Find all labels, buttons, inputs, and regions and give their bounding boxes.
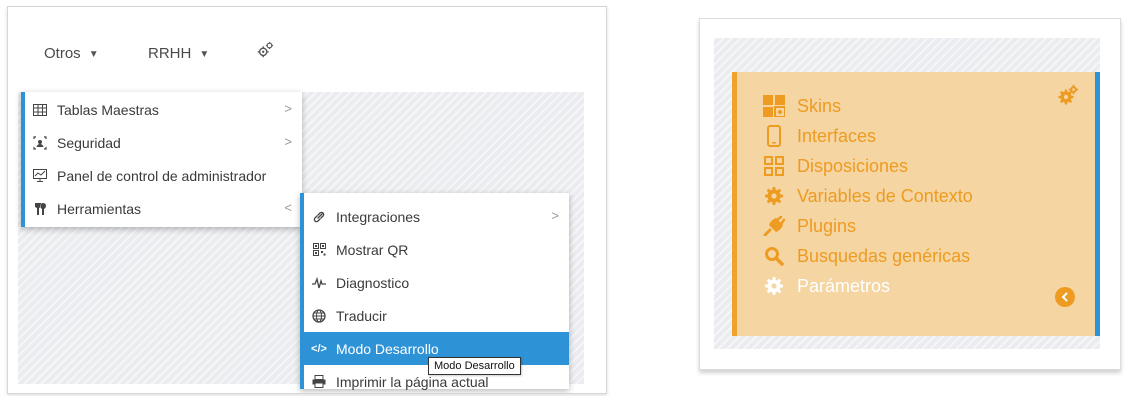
config-item-variables-contexto[interactable]: Variables de Contexto xyxy=(763,182,973,210)
cog-icon xyxy=(763,275,785,297)
config-item-plugins[interactable]: Plugins xyxy=(763,212,856,240)
config-item-label: Plugins xyxy=(797,215,857,236)
menu-item-integraciones[interactable]: Integraciones > xyxy=(304,200,569,233)
nav-otros-dropdown[interactable]: Otros ▼ xyxy=(44,45,99,62)
config-item-busquedas[interactable]: Busquedas genéricas xyxy=(763,242,970,270)
menu-item-label: Seguridad xyxy=(57,134,121,151)
config-item-parametros[interactable]: Parámetros xyxy=(763,272,890,300)
globe-icon xyxy=(312,308,326,323)
config-item-interfaces[interactable]: Interfaces xyxy=(763,122,876,150)
config-item-skins[interactable]: Skins xyxy=(763,92,841,120)
config-item-label: Skins xyxy=(797,95,842,116)
qr-icon xyxy=(312,243,326,257)
nav-otros-label: Otros xyxy=(44,45,81,62)
caret-down-icon: ▼ xyxy=(199,49,210,60)
menu-item-label: Traducir xyxy=(336,307,387,324)
chevron-right-icon: > xyxy=(284,101,292,116)
chevron-left-icon: < xyxy=(284,200,292,215)
collapse-button[interactable] xyxy=(1055,287,1075,307)
config-item-label: Busquedas genéricas xyxy=(797,245,971,266)
tooltip: Modo Desarrollo xyxy=(428,357,521,375)
menu-item-panel-control[interactable]: Panel de control de administrador xyxy=(25,159,302,192)
security-icon xyxy=(33,135,47,150)
chevron-left-icon xyxy=(1061,292,1068,302)
config-item-label: Disposiciones xyxy=(797,155,909,176)
menu-item-label: Integraciones xyxy=(336,208,421,225)
menu-item-label: Imprimir la página actual xyxy=(336,373,489,390)
menu-item-label: Herramientas xyxy=(57,200,142,217)
print-icon xyxy=(312,375,326,389)
menu-item-tablas-maestras[interactable]: Tablas Maestras > xyxy=(25,93,302,126)
menu-item-traducir[interactable]: Traducir xyxy=(304,299,569,332)
menu-item-label: Panel de control de administrador xyxy=(57,167,267,184)
code-icon: </> xyxy=(311,342,327,355)
chevron-right-icon: > xyxy=(551,208,559,223)
config-item-label: Interfaces xyxy=(797,125,877,146)
config-item-label: Variables de Contexto xyxy=(797,185,973,206)
nav-rrhh-dropdown[interactable]: RRHH ▼ xyxy=(148,45,209,62)
config-item-label: Parámetros xyxy=(797,275,891,296)
cogs-icon[interactable] xyxy=(1057,84,1079,106)
menu-item-label: Modo Desarrollo xyxy=(336,340,439,357)
tools-icon xyxy=(33,202,47,216)
left-screenshot-panel: Otros ▼ RRHH ▼ Tablas Maestras > Segurid… xyxy=(7,6,607,394)
heartbeat-icon xyxy=(312,276,326,290)
menu-item-label: Diagnostico xyxy=(336,274,410,291)
menu-item-seguridad[interactable]: Seguridad > xyxy=(25,126,302,159)
config-menu-panel: Skins Interfaces Disposiciones Variables… xyxy=(732,72,1100,336)
skins-icon xyxy=(763,95,785,117)
chevron-right-icon: > xyxy=(284,134,292,149)
cog-icon xyxy=(763,185,785,207)
main-dropdown-menu: Tablas Maestras > Seguridad > Panel de c… xyxy=(21,92,302,227)
right-screenshot-panel: Skins Interfaces Disposiciones Variables… xyxy=(699,18,1121,370)
link-icon xyxy=(312,210,326,224)
cogs-icon[interactable] xyxy=(256,41,274,59)
nav-rrhh-label: RRHH xyxy=(148,45,192,62)
dashboard-icon xyxy=(33,168,47,183)
caret-down-icon: ▼ xyxy=(88,49,99,60)
menu-item-herramientas[interactable]: Herramientas < xyxy=(25,192,302,225)
menu-item-diagnostico[interactable]: Diagnostico xyxy=(304,266,569,299)
menu-item-label: Tablas Maestras xyxy=(57,101,159,118)
search-icon xyxy=(763,245,785,267)
config-item-disposiciones[interactable]: Disposiciones xyxy=(763,152,908,180)
table-icon xyxy=(33,103,47,117)
menu-item-mostrar-qr[interactable]: Mostrar QR xyxy=(304,233,569,266)
mobile-icon xyxy=(763,125,785,147)
layout-icon xyxy=(763,155,785,177)
menu-item-label: Mostrar QR xyxy=(336,241,409,258)
plug-icon xyxy=(763,215,785,237)
